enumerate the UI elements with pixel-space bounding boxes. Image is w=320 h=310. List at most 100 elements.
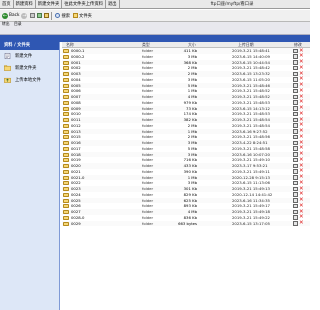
edit-icon[interactable] — [293, 157, 298, 163]
edit-icon[interactable] — [293, 209, 298, 215]
upload-date: 2023-6-15 13:17:05 — [232, 220, 270, 226]
search-button[interactable]: 搜索 — [53, 11, 71, 21]
file-name: 0000-2 — [71, 53, 85, 59]
folder-icon — [63, 118, 69, 123]
sidebar-item-new-folder[interactable]: 新建文件夹 — [0, 62, 59, 74]
menu-logout[interactable]: 退出 — [106, 0, 120, 9]
sidebar: 资料 / 文件夹 新建文件 新建文件夹 上传本地文件 — [0, 42, 60, 310]
edit-icon[interactable] — [293, 111, 298, 117]
edit-icon[interactable] — [293, 48, 298, 54]
folder-icon — [63, 100, 69, 105]
menu-upload-to-folder[interactable]: 往此文件夹上传资料 — [62, 0, 106, 9]
edit-icon[interactable] — [293, 198, 298, 203]
file-name: 0016 — [71, 140, 81, 145]
edit-icon[interactable] — [293, 83, 298, 88]
refresh-icon[interactable] — [37, 13, 43, 18]
ribbon-directory-label[interactable]: 目录 — [14, 21, 22, 27]
edit-icon[interactable] — [293, 186, 298, 192]
file-list: 名称 类型 大小 上传日期 修改 0000-1 folder 411 Kb 2019-… — [62, 42, 310, 310]
folder-icon — [63, 123, 69, 128]
file-name-link[interactable]: 0029 — [63, 221, 116, 227]
edit-icon[interactable] — [293, 129, 298, 134]
row-actions: ✕ — [293, 220, 305, 226]
edit-icon[interactable] — [293, 146, 298, 151]
edit-icon[interactable] — [293, 221, 298, 226]
folder-icon — [63, 164, 69, 169]
folder-icon — [63, 77, 69, 82]
edit-icon[interactable] — [293, 65, 298, 71]
edit-icon[interactable] — [293, 54, 298, 59]
file-name: 0011 — [71, 117, 81, 122]
folder-icon — [63, 89, 69, 94]
file-name: 0025 — [71, 197, 81, 203]
forward-button[interactable]: → — [20, 11, 29, 21]
folder-icon — [63, 106, 69, 111]
edit-icon[interactable] — [293, 192, 298, 197]
edit-icon[interactable] — [293, 94, 298, 100]
edit-icon[interactable] — [293, 175, 298, 180]
edit-icon[interactable] — [293, 215, 298, 220]
folder-icon — [63, 141, 69, 146]
edit-icon[interactable] — [293, 71, 298, 77]
search-icon — [55, 13, 61, 18]
edit-icon[interactable] — [293, 100, 298, 105]
edit-icon[interactable] — [293, 60, 298, 65]
folders-icon — [73, 13, 79, 18]
back-label: Back — [9, 13, 20, 18]
edit-icon[interactable] — [293, 152, 298, 157]
edit-icon[interactable] — [293, 88, 298, 94]
file-name: 0008 — [71, 99, 81, 105]
file-name: 0006 — [71, 88, 81, 94]
sidebar-item-label: 新建文件夹 — [15, 66, 37, 71]
folder-icon — [63, 152, 69, 157]
folder-icon — [63, 169, 69, 174]
delete-icon[interactable]: ✕ — [299, 220, 304, 226]
search-label: 搜索 — [61, 13, 71, 19]
folder-icon — [63, 146, 69, 151]
sidebar-header: 资料 / 文件夹 — [0, 42, 59, 50]
edit-icon[interactable] — [293, 134, 298, 140]
edit-icon[interactable] — [293, 180, 298, 186]
folder-icon — [63, 112, 69, 117]
file-name: 0004 — [71, 76, 81, 82]
menu-new-folder[interactable]: 新建文件夹 — [36, 0, 63, 9]
folder-icon — [63, 215, 69, 220]
file-name: 0021 — [71, 168, 81, 174]
file-name: 0007 — [71, 94, 81, 99]
edit-icon[interactable] — [293, 203, 298, 209]
folder-icon — [63, 187, 69, 192]
menu-new-document[interactable]: 新建资料 — [14, 0, 36, 9]
ribbon-back-label[interactable]: 转出 — [2, 21, 10, 27]
home-icon[interactable] — [44, 13, 50, 18]
sidebar-item-new-file[interactable]: 新建文件 — [0, 50, 59, 62]
stop-icon[interactable] — [30, 13, 36, 18]
new-folder-icon — [4, 65, 11, 71]
sidebar-item-upload[interactable]: 上传本地文件 — [0, 74, 59, 86]
header-band — [0, 35, 310, 42]
folders-button[interactable]: 文件夹 — [71, 11, 93, 21]
folder-icon — [63, 129, 69, 134]
file-name: 0022 — [71, 180, 81, 186]
file-name: 0001 — [71, 59, 81, 65]
file-name: 0027 — [71, 209, 81, 214]
edit-icon[interactable] — [293, 117, 298, 123]
edit-icon[interactable] — [293, 163, 298, 169]
file-name: 0009 — [71, 105, 81, 111]
menu-home[interactable]: 首页 — [0, 0, 14, 9]
file-name: 0012 — [71, 122, 81, 128]
folders-label: 文件夹 — [79, 13, 92, 19]
table-row[interactable]: 0029 folder 663 bytes 2023-6-15 13:17:05 ✕ — [62, 220, 310, 227]
file-name: 0002 — [71, 65, 81, 71]
folder-icon — [63, 210, 69, 215]
folder-icon — [63, 198, 69, 203]
edit-icon[interactable] — [293, 77, 298, 82]
file-name: 0028-0 — [71, 214, 85, 220]
edit-icon[interactable] — [293, 140, 298, 146]
folder-icon — [63, 49, 69, 54]
edit-icon[interactable] — [293, 106, 298, 111]
back-button[interactable]: ← Back — [1, 11, 20, 21]
folder-icon — [63, 221, 69, 226]
edit-icon[interactable] — [293, 169, 298, 174]
folder-icon — [63, 95, 69, 100]
edit-icon[interactable] — [293, 123, 298, 128]
